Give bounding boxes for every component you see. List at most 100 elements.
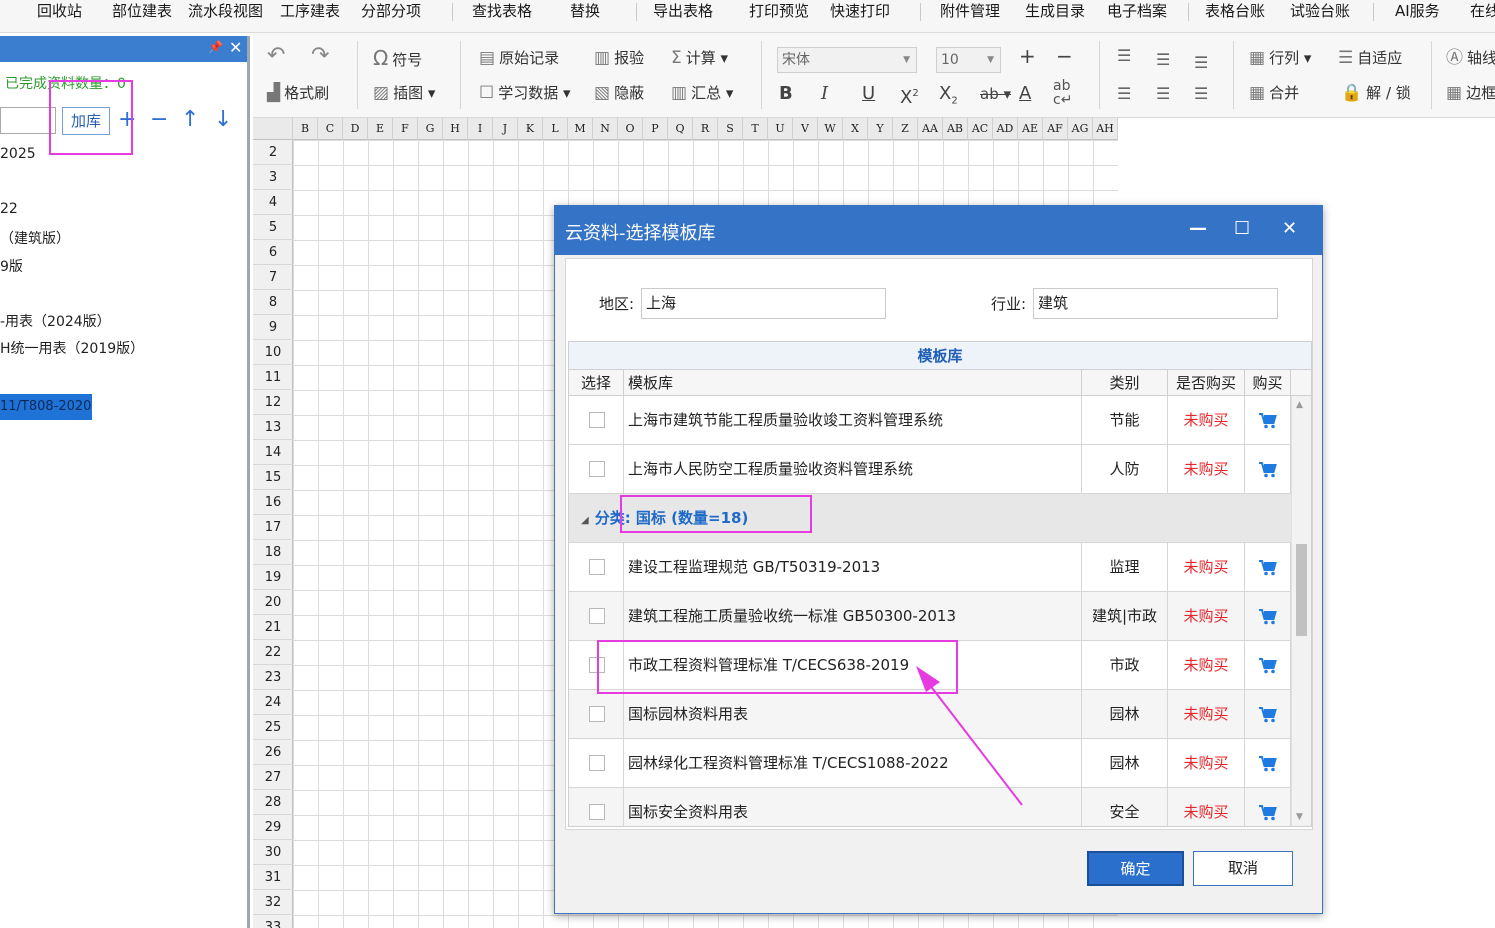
column-header[interactable]: P: [643, 118, 668, 140]
row-header[interactable]: 29: [253, 815, 293, 840]
row-header[interactable]: 11: [253, 365, 293, 390]
tree-item[interactable]: -用表（2024版）: [0, 311, 111, 331]
font-color-icon[interactable]: A: [1019, 83, 1031, 105]
border-button[interactable]: ▦ 边框: [1446, 82, 1495, 104]
menu-division-items[interactable]: 分部分项: [361, 0, 421, 24]
align-middle-icon[interactable]: ☰: [1156, 49, 1170, 71]
row-checkbox[interactable]: [589, 755, 605, 771]
tree-item[interactable]: 22: [0, 201, 18, 217]
pin-icon[interactable]: 📌: [208, 40, 223, 54]
row-header[interactable]: 28: [253, 790, 293, 815]
close-icon[interactable]: ✕: [229, 38, 242, 57]
header-template[interactable]: 模板库: [624, 370, 1082, 396]
collapse-triangle-icon[interactable]: ◢: [581, 515, 589, 526]
column-header[interactable]: B: [293, 118, 318, 140]
table-row[interactable]: 建筑工程施工质量验收统一标准 GB50300-2013 建筑|市政 未购买: [569, 592, 1291, 641]
column-header[interactable]: Q: [668, 118, 693, 140]
superscript-icon[interactable]: X2: [900, 83, 919, 109]
original-record-button[interactable]: ▤ 原始记录: [479, 47, 559, 69]
column-header[interactable]: S: [718, 118, 743, 140]
auto-fit-button[interactable]: ☰ 自适应: [1338, 47, 1402, 69]
menu-export-table[interactable]: 导出表格: [653, 0, 713, 24]
row-header[interactable]: 25: [253, 715, 293, 740]
align-bottom-icon[interactable]: ☰: [1194, 52, 1208, 74]
menu-part-build-table[interactable]: 部位建表: [112, 0, 172, 24]
increase-font-icon[interactable]: +: [1019, 45, 1036, 67]
shopping-cart-icon[interactable]: [1258, 657, 1278, 675]
vertical-scrollbar[interactable]: ▲ ▼: [1291, 396, 1311, 826]
header-purchased[interactable]: 是否购买: [1168, 370, 1245, 396]
row-header[interactable]: 24: [253, 690, 293, 715]
row-header[interactable]: 6: [253, 240, 293, 265]
row-col-button[interactable]: ▦ 行列 ▾: [1249, 47, 1311, 69]
menu-print-preview[interactable]: 打印预览: [749, 0, 809, 24]
row-checkbox[interactable]: [589, 608, 605, 624]
column-header[interactable]: D: [343, 118, 368, 140]
lock-unlock-button[interactable]: 🔒 解 / 锁: [1341, 82, 1411, 104]
move-up-icon[interactable]: ↑: [181, 108, 199, 132]
study-data-button[interactable]: ☐ 学习数据 ▾: [479, 82, 571, 104]
row-header[interactable]: 8: [253, 290, 293, 315]
shopping-cart-icon[interactable]: [1258, 608, 1278, 626]
strikethrough-icon[interactable]: ab ▾: [980, 83, 1011, 105]
row-checkbox[interactable]: [589, 706, 605, 722]
row-header[interactable]: 5: [253, 215, 293, 240]
wrap-text-icon[interactable]: ab c↵: [1053, 79, 1072, 107]
shopping-cart-icon[interactable]: [1258, 412, 1278, 430]
menu-attachment-manage[interactable]: 附件管理: [940, 0, 1000, 24]
region-field[interactable]: 上海: [641, 288, 886, 319]
row-header[interactable]: 7: [253, 265, 293, 290]
hide-button[interactable]: ▧ 隐蔽: [594, 82, 644, 104]
row-header[interactable]: 2: [253, 140, 293, 165]
column-header[interactable]: I: [468, 118, 493, 140]
merge-button[interactable]: ▦ 合并: [1249, 82, 1299, 104]
table-row[interactable]: 上海市人民防空工程质量验收资料管理系统 人防 未购买: [569, 445, 1291, 494]
row-header[interactable]: 27: [253, 765, 293, 790]
row-header[interactable]: 10: [253, 340, 293, 365]
column-header[interactable]: AF: [1043, 118, 1068, 140]
row-header[interactable]: 16: [253, 490, 293, 515]
row-header[interactable]: 9: [253, 315, 293, 340]
report-check-button[interactable]: ▥ 报验: [594, 47, 644, 69]
menu-generate-catalog[interactable]: 生成目录: [1025, 0, 1085, 24]
row-header[interactable]: 3: [253, 165, 293, 190]
row-header[interactable]: 20: [253, 590, 293, 615]
menu-test-ledger[interactable]: 试验台账: [1290, 0, 1350, 24]
align-center-icon[interactable]: ☰: [1156, 83, 1170, 105]
row-header[interactable]: 12: [253, 390, 293, 415]
menu-replace[interactable]: 替换: [570, 0, 600, 24]
column-header[interactable]: W: [818, 118, 843, 140]
tree-item[interactable]: （建筑版）: [0, 228, 70, 248]
axis-button[interactable]: Ⓐ 轴线: [1446, 47, 1495, 69]
column-header[interactable]: G: [418, 118, 443, 140]
align-top-icon[interactable]: ☰: [1117, 45, 1131, 67]
shopping-cart-icon[interactable]: [1258, 804, 1278, 822]
row-checkbox[interactable]: [589, 412, 605, 428]
menu-e-archive[interactable]: 电子档案: [1107, 0, 1167, 24]
tree-item-selected[interactable]: 11/T808-2020: [0, 394, 92, 420]
tree-item[interactable]: H统一用表（2019版）: [0, 338, 144, 358]
row-header[interactable]: 33: [253, 915, 293, 928]
column-header[interactable]: Z: [893, 118, 918, 140]
column-header[interactable]: J: [493, 118, 518, 140]
format-painter-button[interactable]: ▟ 格式刷: [267, 82, 329, 104]
font-family-select[interactable]: 宋体 ▼: [777, 47, 917, 73]
shopping-cart-icon[interactable]: [1258, 706, 1278, 724]
row-header[interactable]: 31: [253, 865, 293, 890]
row-checkbox[interactable]: [589, 804, 605, 820]
decrease-font-icon[interactable]: −: [1056, 45, 1073, 67]
row-header[interactable]: 18: [253, 540, 293, 565]
calculate-button[interactable]: Σ 计算 ▾: [671, 47, 728, 69]
column-header[interactable]: AG: [1068, 118, 1093, 140]
column-header[interactable]: N: [593, 118, 618, 140]
underline-icon[interactable]: U: [862, 83, 875, 105]
library-search-input[interactable]: [0, 107, 56, 134]
italic-icon[interactable]: I: [821, 83, 828, 105]
undo-icon[interactable]: ↶: [267, 45, 285, 67]
column-header[interactable]: AD: [993, 118, 1018, 140]
menu-ai-service[interactable]: AI服务: [1395, 0, 1440, 24]
row-header[interactable]: 30: [253, 840, 293, 865]
row-checkbox[interactable]: [589, 559, 605, 575]
summary-button[interactable]: ▥ 汇总 ▾: [671, 82, 733, 104]
align-right-icon[interactable]: ☰: [1194, 83, 1208, 105]
